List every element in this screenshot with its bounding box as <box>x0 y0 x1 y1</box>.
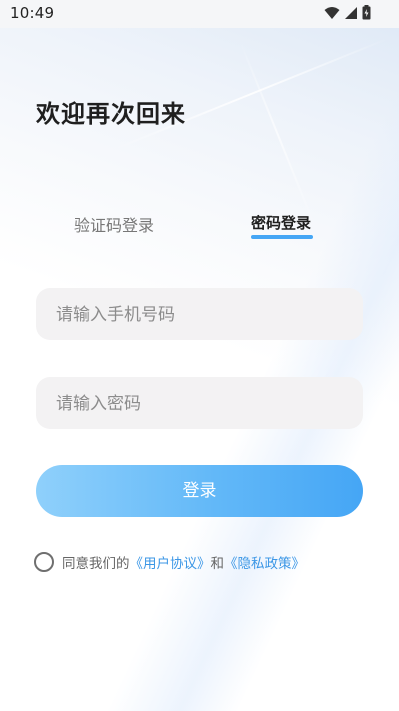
password-field[interactable] <box>36 377 363 431</box>
tab-sms-login[interactable]: 验证码登录 <box>74 212 154 236</box>
password-input[interactable] <box>54 377 349 431</box>
wifi-icon <box>324 5 340 24</box>
agreement-checkbox[interactable] <box>34 552 54 572</box>
agreement-connector: 和 <box>210 556 225 572</box>
tab-password-login[interactable]: 密码登录 <box>251 212 311 233</box>
agreement-prefix: 同意我们的 <box>62 556 130 572</box>
login-button[interactable]: 登录 <box>36 465 363 517</box>
battery-icon <box>362 4 371 24</box>
user-agreement-link[interactable]: 《用户协议》 <box>130 552 211 572</box>
status-time: 10:49 <box>10 4 55 22</box>
signal-icon <box>344 5 358 24</box>
phone-field[interactable] <box>36 288 363 342</box>
phone-input[interactable] <box>54 288 349 342</box>
system-icons <box>324 4 371 24</box>
agreement-row: 同意我们的 《用户协议》 和 《隐私政策》 <box>34 552 305 572</box>
page-title: 欢迎再次回来 <box>36 100 186 128</box>
status-bar: 10:49 <box>0 0 399 28</box>
privacy-policy-link[interactable]: 《隐私政策》 <box>224 552 305 572</box>
active-tab-indicator <box>251 235 313 239</box>
